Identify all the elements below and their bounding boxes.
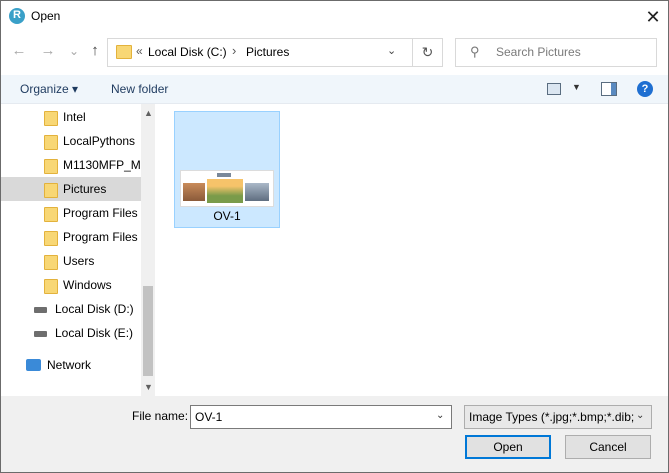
scroll-down-icon[interactable]: ▼ [144, 382, 153, 392]
sidebar-item-program-files-x86[interactable]: Program Files [1, 225, 141, 249]
sidebar-scrollbar[interactable]: ▲ ▼ [141, 104, 155, 396]
search-icon: ⚲ [470, 44, 480, 59]
sidebar-item-label: Windows [63, 278, 112, 292]
sidebar-item-label: Network [47, 358, 92, 372]
image-thumbnail [180, 170, 274, 207]
network-icon [26, 359, 41, 371]
drive-icon [34, 307, 47, 313]
app-logo-icon: R [9, 8, 25, 24]
sidebar-item-local-disk-d[interactable]: Local Disk (D:) [1, 297, 141, 321]
title-bar: R Open ✕ [1, 1, 668, 31]
sidebar-item-label: Local Disk (E:) [55, 326, 134, 340]
bottom-panel: File name: OV-1 ⌄ Image Types (*.jpg;*.b… [1, 396, 668, 472]
sidebar-item-network[interactable]: Network [1, 353, 141, 377]
folder-icon [44, 231, 58, 246]
navigation-pane: Intel LocalPythons M1130MFP_M Pictures P… [1, 104, 155, 396]
scrollbar-thumb[interactable] [143, 286, 153, 376]
close-button[interactable]: ✕ [642, 6, 664, 28]
view-options-dropdown[interactable]: ▼ [572, 82, 581, 92]
chevron-down-icon[interactable]: ⌄ [636, 410, 644, 421]
cancel-button[interactable]: Cancel [565, 435, 651, 459]
preview-pane-icon[interactable] [601, 82, 617, 96]
sidebar-item-users[interactable]: Users [1, 249, 141, 273]
folder-icon [44, 135, 58, 150]
sidebar-item-label: Program Files [63, 206, 138, 220]
chevron-down-icon[interactable]: ⌄ [436, 410, 444, 421]
sidebar-item-label: Pictures [63, 182, 107, 196]
dialog-title: Open [31, 9, 61, 23]
breadcrumb-pictures[interactable]: Pictures [246, 45, 289, 59]
up-button[interactable]: ↑ [85, 41, 105, 61]
folder-icon [44, 111, 58, 126]
help-button[interactable]: ? [637, 81, 653, 97]
folder-icon [44, 279, 58, 294]
sidebar-item-label: M1130MFP_M [63, 158, 141, 172]
folder-icon [44, 183, 58, 198]
chevron-down-icon[interactable]: ⌄ [387, 44, 396, 57]
sidebar-item-label: Local Disk (D:) [55, 302, 134, 316]
search-box[interactable]: ⚲ Search Pictures [455, 38, 657, 67]
change-view-icon[interactable] [547, 83, 561, 95]
file-item-ov-1[interactable]: OV-1 [174, 111, 280, 228]
search-placeholder[interactable]: Search Pictures [496, 45, 581, 59]
recent-locations-button[interactable]: ⌄ [64, 41, 84, 61]
address-bar[interactable]: « Local Disk (C:) › Pictures ⌄ ↻ [107, 38, 443, 67]
sidebar-item-label: Program Files [63, 230, 138, 244]
sidebar-item-localpythons[interactable]: LocalPythons [1, 129, 141, 153]
sidebar-item-m1130mfp[interactable]: M1130MFP_M [1, 153, 141, 177]
organize-button[interactable]: Organize ▾ [20, 82, 78, 96]
new-folder-button[interactable]: New folder [111, 82, 168, 96]
command-bar: Organize ▾ New folder ▼ ? [1, 75, 668, 104]
sidebar-item-pictures[interactable]: Pictures [1, 177, 141, 201]
file-type-select[interactable]: Image Types (*.jpg;*.bmp;*.dib; ⌄ [464, 405, 652, 429]
breadcrumb-overflow[interactable]: « [136, 44, 143, 58]
back-button[interactable]: ← [9, 41, 29, 61]
drive-icon [34, 331, 47, 337]
file-name-label: File name: [132, 409, 189, 423]
open-button[interactable]: Open [465, 435, 551, 459]
file-type-value: Image Types (*.jpg;*.bmp;*.dib; [469, 410, 635, 424]
open-dialog: R Open ✕ ← → ⌄ ↑ « Local Disk (C:) › Pic… [0, 0, 669, 473]
sidebar-item-windows[interactable]: Windows [1, 273, 141, 297]
sidebar-item-program-files[interactable]: Program Files [1, 201, 141, 225]
refresh-button[interactable]: ↻ [412, 39, 442, 66]
folder-icon [44, 255, 58, 270]
file-name-value[interactable]: OV-1 [195, 410, 222, 424]
folder-icon [116, 45, 132, 59]
file-name-input[interactable]: OV-1 ⌄ [190, 405, 452, 429]
breadcrumb-local-disk-c[interactable]: Local Disk (C:) [148, 45, 227, 59]
sidebar-item-label: Users [63, 254, 95, 268]
sidebar-item-label: LocalPythons [63, 134, 136, 148]
forward-button[interactable]: → [38, 41, 58, 61]
file-name-label: OV-1 [213, 209, 241, 223]
sidebar-item-local-disk-e[interactable]: Local Disk (E:) [1, 321, 141, 345]
refresh-icon: ↻ [421, 44, 434, 60]
chevron-right-icon[interactable]: › [232, 43, 236, 58]
sidebar-item-intel[interactable]: Intel [1, 105, 141, 129]
folder-icon [44, 207, 58, 222]
sidebar-item-label: Intel [63, 110, 86, 124]
folder-icon [44, 159, 58, 174]
scroll-up-icon[interactable]: ▲ [144, 108, 153, 118]
